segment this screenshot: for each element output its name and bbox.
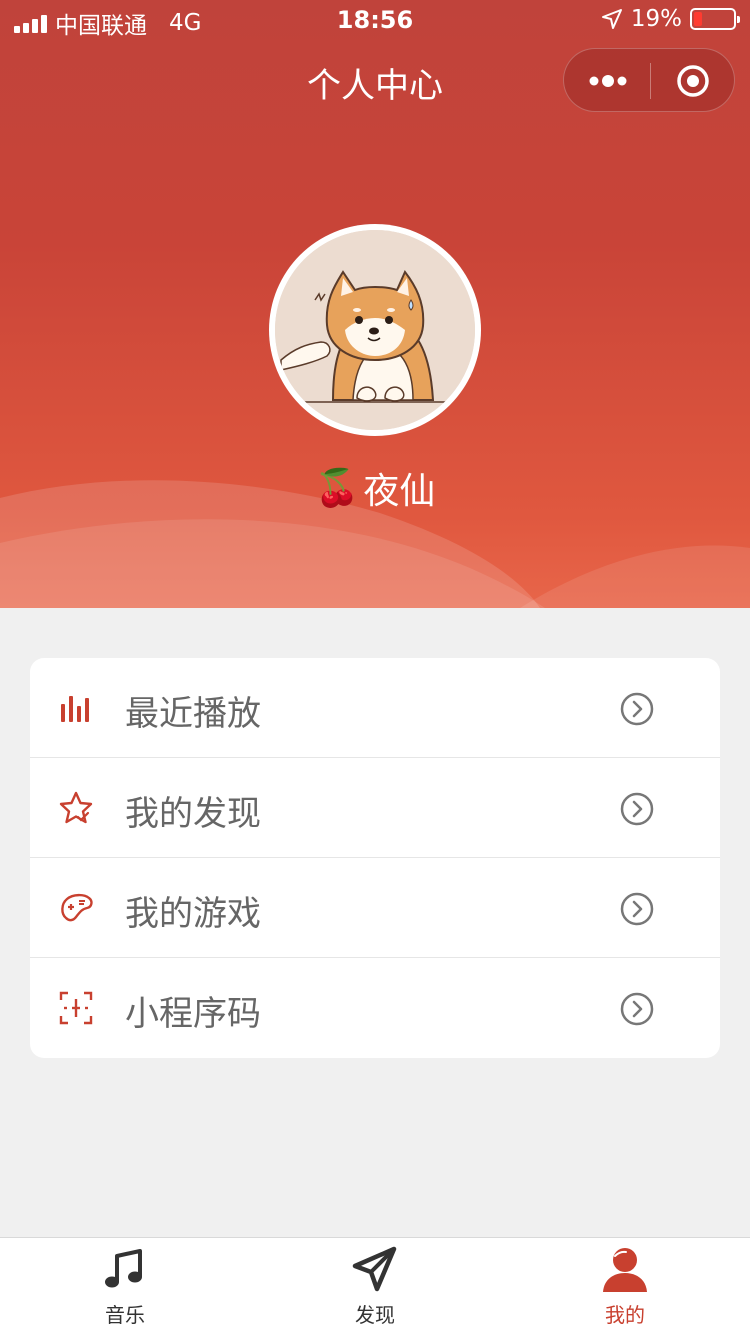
tab-label: 音乐	[105, 1303, 145, 1327]
tab-discover[interactable]: 发现	[250, 1238, 500, 1334]
menu-item-label: 我的游戏	[125, 894, 261, 934]
paper-plane-icon	[352, 1246, 397, 1292]
tab-label: 发现	[355, 1303, 395, 1327]
username: 🍒 夜仙	[0, 462, 750, 514]
chevron-right-icon	[620, 792, 654, 826]
user-icon	[603, 1248, 647, 1292]
menu-item-label: 小程序码	[125, 994, 261, 1034]
battery-percent: 19%	[630, 6, 682, 32]
username-text: 夜仙	[363, 471, 436, 512]
bar-chart-icon	[61, 696, 89, 722]
gamepad-icon	[61, 893, 93, 922]
menu-list: 最近播放 我的发现 我的游戏 小程序码	[30, 658, 720, 1058]
menu-item-mini-program-code[interactable]: 小程序码	[30, 958, 720, 1058]
chevron-right-icon	[620, 892, 654, 926]
menu-item-label: 我的发现	[125, 794, 261, 834]
music-note-icon	[105, 1249, 142, 1288]
star-icon	[59, 791, 93, 824]
location-arrow-icon	[601, 9, 622, 29]
chevron-right-icon	[620, 992, 654, 1026]
status-bar: 中国联通 4G 18:56 19%	[0, 0, 750, 40]
menu-item-my-discovery[interactable]: 我的发现	[30, 758, 720, 858]
tab-music[interactable]: 音乐	[0, 1238, 250, 1334]
menu-item-my-games[interactable]: 我的游戏	[30, 858, 720, 958]
battery-icon	[690, 8, 740, 30]
chevron-right-icon	[620, 692, 654, 726]
more-icon[interactable]	[588, 71, 628, 91]
scan-icon	[59, 991, 93, 1025]
profile-header: 中国联通 4G 18:56 19% 个人中心 🍒 夜仙	[0, 0, 750, 608]
tab-bar: 音乐 发现 我的	[0, 1237, 750, 1334]
menu-item-recent-play[interactable]: 最近播放	[30, 658, 720, 758]
tab-mine[interactable]: 我的	[500, 1238, 750, 1334]
shiba-dog-avatar-image	[275, 230, 475, 430]
cherry-emoji: 🍒	[314, 468, 360, 509]
close-miniprogram-icon[interactable]	[676, 64, 710, 98]
menu-item-label: 最近播放	[125, 694, 261, 734]
tab-label: 我的	[605, 1303, 645, 1327]
miniprogram-capsule	[563, 48, 735, 112]
avatar[interactable]	[269, 224, 481, 436]
